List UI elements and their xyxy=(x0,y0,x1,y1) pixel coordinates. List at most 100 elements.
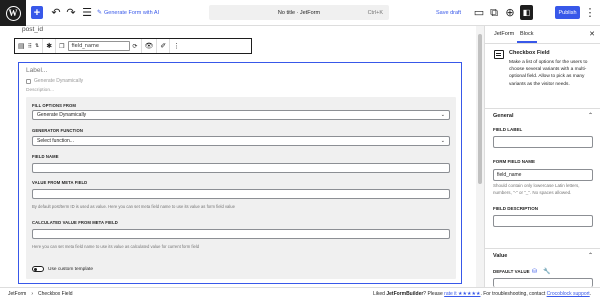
editor-canvas: post_id ▤ ⠿ ⇅ ✱ ❐ field_name ⟳ 👁 ✐ ⋮ Lab… xyxy=(0,26,484,287)
field-label-placeholder[interactable]: Label... xyxy=(26,67,47,74)
notice-post: . For troubleshooting, contact xyxy=(480,291,547,297)
custom-template-label: Use custom template xyxy=(48,266,94,272)
block-toolbar: ▤ ⠿ ⇅ ✱ ❐ field_name ⟳ 👁 ✐ ⋮ xyxy=(14,38,252,54)
default-value-actions: ⛁ 🔧 xyxy=(532,268,551,275)
custom-template-toggle[interactable] xyxy=(32,266,44,272)
save-draft-button[interactable]: Save draft xyxy=(436,6,461,19)
options-menu-icon[interactable]: ⋮ xyxy=(584,6,596,19)
checkbox-icon[interactable] xyxy=(26,78,31,84)
more-group: ⋮ xyxy=(170,39,183,53)
add-block-button[interactable]: + xyxy=(31,6,43,19)
default-value-input[interactable] xyxy=(493,278,593,287)
undo-icon[interactable]: ↶ xyxy=(50,6,62,19)
visibility-group: 👁 xyxy=(142,39,158,53)
list-view-icon[interactable]: ☰ xyxy=(81,6,93,19)
field-name-action-icon[interactable]: ⟳ xyxy=(133,43,138,50)
field-description-input[interactable] xyxy=(493,215,593,227)
generator-function-label: GENERATOR FUNCTION xyxy=(32,128,83,133)
sidebar-tabs: JetForm Block ✕ xyxy=(485,26,600,44)
support-link[interactable]: Crocoblock support xyxy=(547,291,590,297)
magic-wand-icon: ✎ xyxy=(97,10,103,16)
generator-function-value: Select function... xyxy=(37,138,74,144)
document-title: No title · JetForm xyxy=(277,9,321,16)
wordpress-icon: W xyxy=(5,5,21,21)
drag-handle-icon[interactable]: ⠿ xyxy=(28,43,32,50)
calculated-value-field[interactable] xyxy=(32,229,450,239)
meta-value-label: VALUE FROM META FIELD xyxy=(32,180,88,185)
field-name-group: ❐ field_name ⟳ xyxy=(56,39,142,53)
preview-icon[interactable]: ▭ xyxy=(473,6,485,19)
status-footer: JetForm › Checkbox Field Liked JetFormBu… xyxy=(0,287,600,300)
settings-sidebar-button[interactable]: ◧ xyxy=(520,5,533,20)
jetform-icon[interactable]: ⊕ xyxy=(504,6,516,19)
block-description: Make a list of options for the users to … xyxy=(509,60,588,87)
generator-function-select[interactable]: Select function... ⌄ xyxy=(32,136,450,146)
breadcrumb-checkbox-field[interactable]: Checkbox Field xyxy=(38,291,72,297)
value-section-label: Value xyxy=(493,253,508,259)
database-icon[interactable]: ⛁ xyxy=(532,268,537,275)
wordpress-logo-button[interactable]: W xyxy=(0,0,26,26)
field-description-placeholder[interactable]: Description... xyxy=(26,88,54,93)
fill-options-select[interactable]: Generate Dynamically ⌄ xyxy=(32,110,450,120)
fill-options-label: FILL OPTIONS FROM xyxy=(32,103,76,108)
generate-dynamically-option[interactable]: Generate Dynamically xyxy=(26,78,83,84)
checkbox-field-icon xyxy=(494,50,504,59)
notice-mid: ? Please xyxy=(423,291,445,297)
meta-value-field[interactable] xyxy=(32,189,450,199)
custom-template-row: Use custom template xyxy=(32,266,93,272)
move-updown-icon[interactable]: ⇅ xyxy=(35,43,39,49)
view-post-icon[interactable]: ⧉ xyxy=(488,6,500,19)
chevron-down-icon: ⌄ xyxy=(440,112,445,118)
block-settings-panel: FILL OPTIONS FROM Generate Dynamically ⌄… xyxy=(26,97,456,279)
editor-app: W + ↶ ↷ ☰ ✎ Generate Form with AI No tit… xyxy=(0,0,600,300)
block-title: Checkbox Field xyxy=(509,50,550,56)
canvas-scrollbar[interactable] xyxy=(476,26,484,287)
fill-options-value: Generate Dynamically xyxy=(37,112,87,118)
wrench-icon[interactable]: 🔧 xyxy=(543,268,550,275)
form-field-name-input[interactable]: field_name xyxy=(493,169,593,181)
general-section-toggle[interactable]: General ⌃ xyxy=(485,108,600,122)
brush-icon[interactable]: ✐ xyxy=(160,42,166,50)
chevron-down-icon: ⌄ xyxy=(440,138,445,144)
rating-notice: Liked JetFormBuilder? Please rate it ★★★… xyxy=(373,291,591,297)
checkbox-field-block[interactable]: Label... Generate Dynamically Descriptio… xyxy=(18,62,462,284)
checkbox-block-icon[interactable]: ▤ xyxy=(18,42,25,50)
default-value-label: DEFAULT VALUE xyxy=(493,269,530,274)
close-icon[interactable]: ✕ xyxy=(589,30,595,38)
scrollbar-thumb[interactable] xyxy=(478,34,482,184)
publish-button[interactable]: Publish xyxy=(555,6,580,19)
redo-icon[interactable]: ↷ xyxy=(65,6,77,19)
general-section-label: General xyxy=(493,113,514,119)
field-name-field[interactable] xyxy=(32,163,450,173)
generate-form-ai-label: Generate Form with AI xyxy=(104,9,160,16)
meta-value-help: By default post/term ID is used as value… xyxy=(32,204,235,209)
notice-pre: Liked xyxy=(373,291,387,297)
post-id-text: post_id xyxy=(22,26,43,33)
tab-jetform[interactable]: JetForm xyxy=(494,31,514,37)
form-field-name-help: Should contain only lowercase Latin lett… xyxy=(493,183,580,195)
sidebar-icon: ◧ xyxy=(522,8,531,17)
command-shortcut: Ctrl+K xyxy=(367,9,383,16)
notice-product: JetFormBuilder xyxy=(386,291,424,297)
tab-block[interactable]: Block xyxy=(520,31,533,37)
more-options-icon[interactable]: ⋮ xyxy=(173,42,180,50)
active-tab-indicator xyxy=(517,41,537,43)
value-section-toggle[interactable]: Value ⌃ xyxy=(485,248,600,262)
document-title-bar[interactable]: No title · JetForm Ctrl+K xyxy=(209,5,389,20)
field-label-input[interactable] xyxy=(493,136,593,148)
chevron-up-icon: ⌃ xyxy=(587,253,593,259)
top-toolbar: W + ↶ ↷ ☰ ✎ Generate Form with AI No tit… xyxy=(0,0,600,26)
style-group: ✐ xyxy=(157,39,171,53)
copy-icon[interactable]: ❐ xyxy=(59,43,64,50)
field-name-label: FIELD NAME xyxy=(32,154,59,159)
field-label-label: FIELD LABEL xyxy=(493,127,523,132)
field-name-input[interactable]: field_name xyxy=(67,41,130,51)
generate-form-ai-button[interactable]: ✎ Generate Form with AI xyxy=(97,6,159,19)
rate-link[interactable]: rate it ★★★★★ xyxy=(444,291,480,297)
breadcrumb-jetform[interactable]: JetForm xyxy=(8,291,26,297)
asterisk-required-icon[interactable]: ✱ xyxy=(46,42,52,50)
block-type-group: ▤ ⠿ ⇅ xyxy=(15,39,44,53)
field-description-label: FIELD DESCRIPTION xyxy=(493,206,539,211)
eye-icon[interactable]: 👁 xyxy=(145,42,154,50)
form-field-name-label: FORM FIELD NAME xyxy=(493,159,535,164)
